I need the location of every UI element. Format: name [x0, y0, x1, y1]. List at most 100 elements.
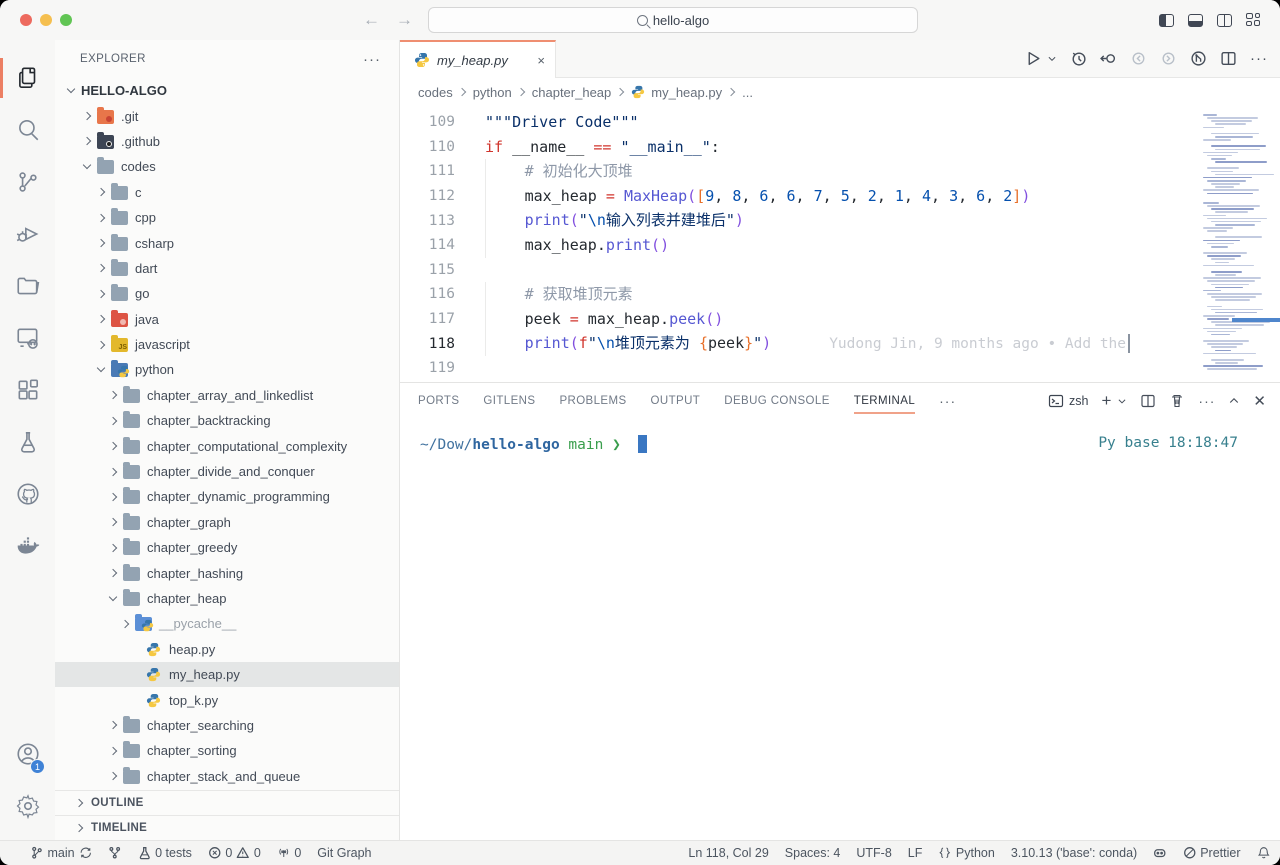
folder-chapter-sorting[interactable]: chapter_sorting: [55, 738, 399, 763]
open-changes-icon[interactable]: [1100, 50, 1117, 67]
status-copilot[interactable]: [1153, 846, 1167, 860]
code-line-110[interactable]: 110if __name__ == "__main__":: [400, 135, 1195, 160]
status-python[interactable]: Python: [938, 846, 994, 860]
toggle-secondary-sidebar-icon[interactable]: [1217, 14, 1232, 27]
accounts-icon[interactable]: 1: [0, 728, 55, 780]
panel-tab-problems[interactable]: PROBLEMS: [559, 383, 626, 419]
terminal-dropdown-icon[interactable]: [1117, 393, 1127, 409]
panel-tab-gitlens[interactable]: GITLENS: [483, 383, 535, 419]
panel-tab-output[interactable]: OUTPUT: [651, 383, 701, 419]
status-0[interactable]: 0: [277, 846, 301, 860]
remote-explorer-icon[interactable]: [0, 312, 55, 364]
breadcrumb-file[interactable]: my_heap.py: [651, 85, 722, 100]
status-0[interactable]: 00: [208, 846, 261, 860]
folder-chapter-hashing[interactable]: chapter_hashing: [55, 560, 399, 585]
code-line-117[interactable]: 117peek = max_heap.peek(): [400, 307, 1195, 332]
panel-tabs-more-icon[interactable]: ···: [939, 393, 956, 409]
code-line-116[interactable]: 116# 获取堆顶元素: [400, 282, 1195, 307]
folder--git[interactable]: .git: [55, 103, 399, 128]
status-lf[interactable]: LF: [908, 846, 923, 860]
code-line-114[interactable]: 114max_heap.print(): [400, 233, 1195, 258]
customize-layout-icon[interactable]: [1246, 13, 1262, 27]
toggle-sidebar-icon[interactable]: [1159, 14, 1174, 27]
folder-chapter-dynamic-programming[interactable]: chapter_dynamic_programming: [55, 484, 399, 509]
file-my-heap-py[interactable]: my_heap.py: [55, 662, 399, 687]
folder-chapter-heap[interactable]: chapter_heap: [55, 586, 399, 611]
code-editor[interactable]: 109"""Driver Code"""110if __name__ == "_…: [400, 106, 1280, 382]
status-bell[interactable]: [1257, 846, 1271, 860]
folder-java[interactable]: java: [55, 307, 399, 332]
close-panel-icon[interactable]: ✕: [1253, 392, 1266, 410]
folder-hello-algo[interactable]: HELLO-ALGO: [55, 78, 399, 103]
code-line-112[interactable]: 112max_heap = MaxHeap([9, 8, 6, 6, 7, 5,…: [400, 184, 1195, 209]
status-spaces-4[interactable]: Spaces: 4: [785, 846, 841, 860]
run-and-debug-icon[interactable]: [0, 208, 55, 260]
explorer-icon[interactable]: [0, 52, 55, 104]
testing-icon[interactable]: [0, 416, 55, 468]
outline-section[interactable]: OUTLINE: [55, 790, 399, 815]
kill-terminal-icon[interactable]: [1169, 393, 1185, 409]
status-0-tests[interactable]: 0 tests: [138, 846, 192, 860]
timeline-history-icon[interactable]: [1070, 50, 1087, 67]
folder-chapter-computational-complexity[interactable]: chapter_computational_complexity: [55, 433, 399, 458]
close-window-button[interactable]: [20, 14, 32, 26]
tab-close-icon[interactable]: ×: [537, 53, 545, 68]
folder-python[interactable]: python: [55, 357, 399, 382]
code-line-109[interactable]: 109"""Driver Code""": [400, 110, 1195, 135]
previous-change-icon[interactable]: [1130, 50, 1147, 67]
folder-chapter-graph[interactable]: chapter_graph: [55, 510, 399, 535]
project-manager-icon[interactable]: [0, 260, 55, 312]
explorer-more-actions-icon[interactable]: ···: [363, 51, 381, 68]
status-graph[interactable]: [108, 846, 122, 860]
code-line-115[interactable]: 115: [400, 258, 1195, 283]
code-line-119[interactable]: 119: [400, 356, 1195, 381]
minimap-slider[interactable]: [1232, 318, 1280, 322]
breadcrumb-codes[interactable]: codes: [418, 85, 453, 100]
source-control-icon[interactable]: [0, 156, 55, 208]
split-editor-icon[interactable]: [1220, 50, 1237, 67]
settings-gear-icon[interactable]: [0, 780, 55, 832]
zoom-window-button[interactable]: [60, 14, 72, 26]
status-main[interactable]: main: [30, 846, 92, 860]
status-ln-118-col-29[interactable]: Ln 118, Col 29: [688, 846, 768, 860]
extensions-icon[interactable]: [0, 364, 55, 416]
docker-icon[interactable]: [0, 520, 55, 572]
folder-codes[interactable]: codes: [55, 154, 399, 179]
status-git-graph[interactable]: Git Graph: [317, 846, 371, 860]
status-utf-8[interactable]: UTF-8: [856, 846, 891, 860]
breadcrumb-python[interactable]: python: [473, 85, 512, 100]
minimap[interactable]: [1195, 106, 1280, 382]
folder-go[interactable]: go: [55, 281, 399, 306]
panel-tab-debug-console[interactable]: DEBUG CONSOLE: [724, 383, 830, 419]
command-center-search[interactable]: hello-algo: [428, 7, 918, 33]
folder-csharp[interactable]: csharp: [55, 230, 399, 255]
code-line-118[interactable]: 118print(f"\n堆顶元素为 {peek}")Yudong Jin, 9…: [400, 331, 1195, 356]
minimize-window-button[interactable]: [40, 14, 52, 26]
folder-chapter-stack-and-queue[interactable]: chapter_stack_and_queue: [55, 764, 399, 789]
folder-chapter-array-and-linkedlist[interactable]: chapter_array_and_linkedlist: [55, 383, 399, 408]
code-line-111[interactable]: 111# 初始化大顶堆: [400, 159, 1195, 184]
folder-dart[interactable]: dart: [55, 256, 399, 281]
toggle-panel-icon[interactable]: [1188, 14, 1203, 27]
terminal-view[interactable]: ~/Dow/hello-algo main ❯ Py base 18:18:47: [400, 419, 1280, 840]
back-arrow-icon[interactable]: ←: [363, 0, 380, 40]
folder-chapter-searching[interactable]: chapter_searching: [55, 713, 399, 738]
folder--pycache-[interactable]: __pycache__: [55, 611, 399, 636]
forward-arrow-icon[interactable]: →: [396, 0, 413, 40]
split-terminal-icon[interactable]: [1140, 393, 1156, 409]
status-3-10-13-base-conda[interactable]: 3.10.13 ('base': conda): [1011, 846, 1137, 860]
breadcrumb-chapter-heap[interactable]: chapter_heap: [532, 85, 612, 100]
folder--github[interactable]: .github: [55, 129, 399, 154]
terminal-shell-picker[interactable]: zsh: [1048, 393, 1088, 409]
run-python-file-icon[interactable]: [1025, 50, 1042, 67]
gitlens-graph-icon[interactable]: [1190, 50, 1207, 67]
folder-chapter-greedy[interactable]: chapter_greedy: [55, 535, 399, 560]
editor-more-actions-icon[interactable]: ···: [1250, 50, 1268, 67]
tab-my-heap-py[interactable]: my_heap.py ×: [400, 40, 556, 78]
search-icon[interactable]: [0, 104, 55, 156]
next-change-icon[interactable]: [1160, 50, 1177, 67]
new-terminal-icon[interactable]: +: [1101, 391, 1111, 411]
github-icon[interactable]: [0, 468, 55, 520]
file-top-k-py[interactable]: top_k.py: [55, 687, 399, 712]
panel-more-actions-icon[interactable]: ···: [1198, 393, 1215, 409]
